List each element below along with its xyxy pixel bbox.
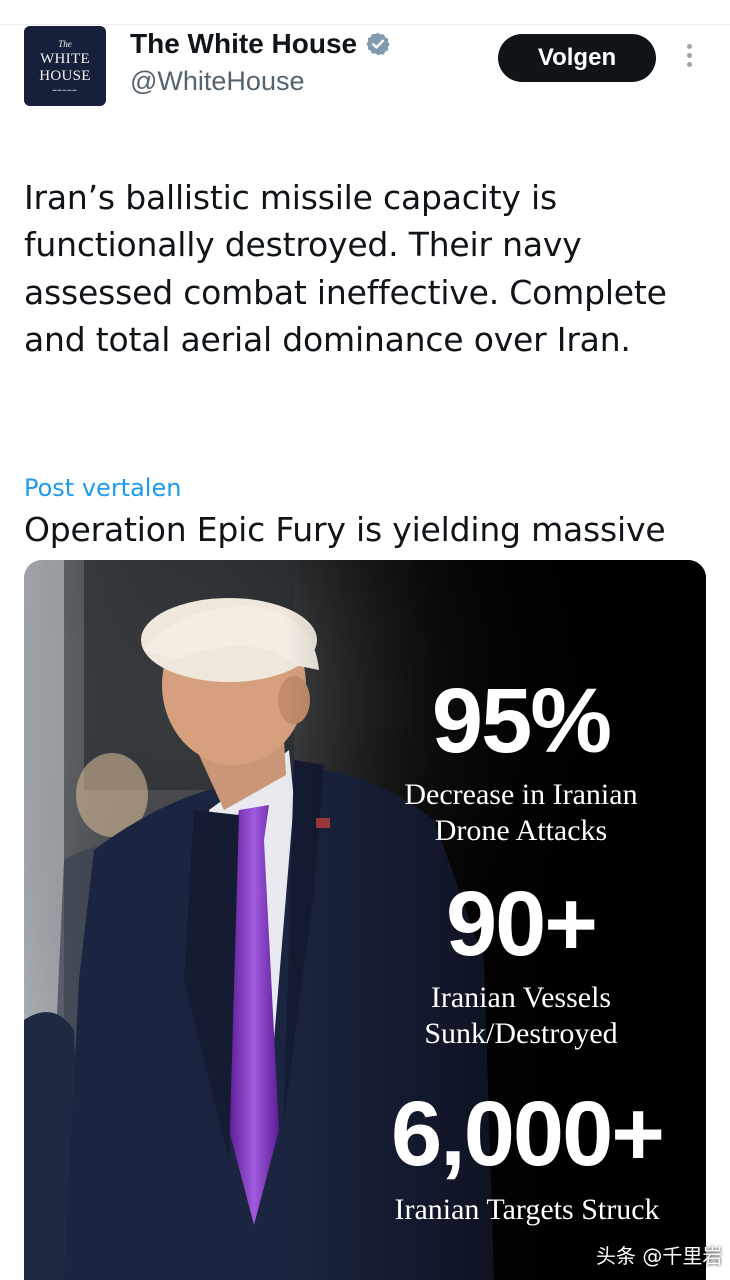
stat-value: 90+	[445, 873, 598, 975]
avatar-logo-white: WHITE	[40, 51, 90, 67]
avatar-logo-subline: ▬▬▬▬▬	[52, 87, 78, 92]
stat-block: 90+ Iranian Vessels Sunk/Destroyed	[396, 878, 646, 1052]
account-handle[interactable]: @WhiteHouse	[130, 66, 304, 97]
stat-label: Sunk/Destroyed	[424, 1017, 618, 1050]
stat-label: Iranian Targets Struck	[394, 1193, 660, 1226]
stat-block: 6,000+ Iranian Targets Struck	[362, 1088, 692, 1228]
tweet-media-image[interactable]: 95% Decrease in Iranian Drone Attacks 90…	[24, 560, 706, 1280]
stat-value: 95%	[431, 670, 612, 772]
avatar-logo-the: The	[58, 39, 72, 49]
author-name-row: The White House	[130, 28, 391, 60]
verified-badge-icon	[366, 32, 390, 56]
avatar-logo-house: HOUSE	[39, 68, 91, 84]
tweet-paragraph-1: Iran’s ballistic missile capacity is fun…	[24, 177, 667, 360]
display-name[interactable]: The White House	[130, 28, 357, 60]
source-watermark: 头条 @千里岩	[596, 1244, 723, 1268]
follow-button[interactable]: Volgen	[498, 34, 656, 82]
avatar[interactable]: The WHITE HOUSE ▬▬▬▬▬	[24, 26, 106, 106]
stat-label: Iranian Vessels	[430, 981, 612, 1014]
translate-post-link[interactable]: Post vertalen	[24, 474, 181, 502]
stat-block: 95% Decrease in Iranian Drone Attacks	[396, 675, 646, 849]
stat-value: 6,000+	[391, 1083, 665, 1185]
stat-label: Decrease in Iranian	[404, 778, 638, 811]
top-divider	[0, 24, 730, 25]
more-vertical-icon[interactable]	[683, 44, 695, 72]
stat-label: Drone Attacks	[434, 814, 608, 847]
